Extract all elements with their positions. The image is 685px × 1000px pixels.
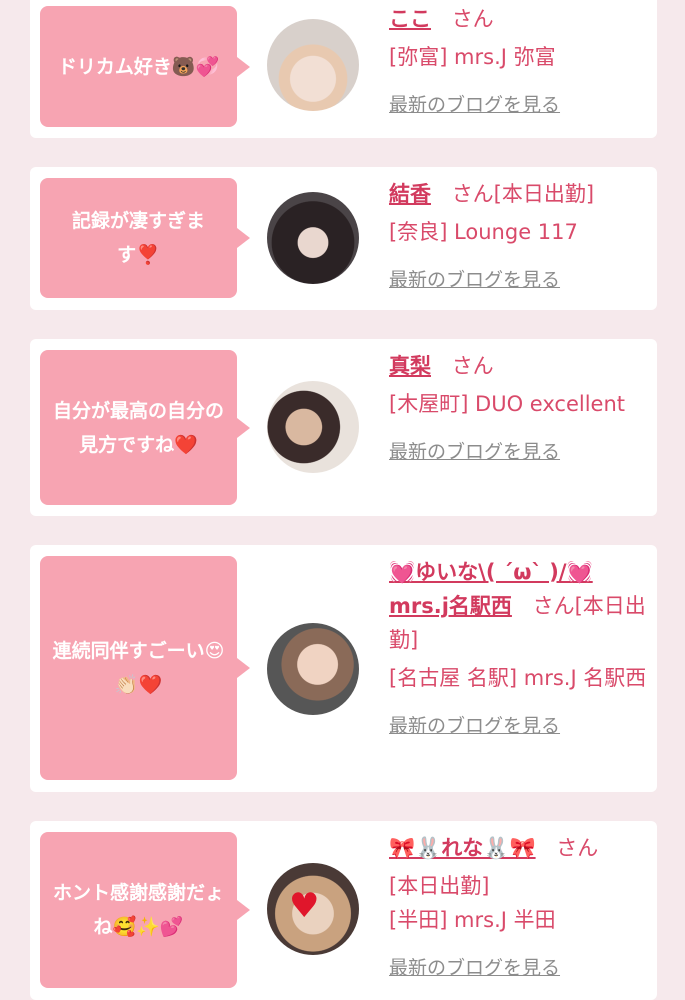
avatar[interactable] (267, 623, 359, 715)
blog-comment-list: ドリカム好き🐻💞 ここ さん [弥富] mrs.J 弥富 最新のブログを見る 記… (0, 0, 685, 1000)
comment-bubble: 記録が凄すぎます❣️ (40, 178, 250, 298)
shop-label: [名古屋 名駅] mrs.J 名駅西 (389, 666, 647, 690)
comment-card: 記録が凄すぎます❣️ 結香 さん[本日出勤] [奈良] Lounge 117 最… (30, 167, 657, 310)
comment-text: ドリカム好き🐻💞 (57, 55, 220, 78)
heart-sticker-icon: ♥ (289, 886, 320, 926)
honorific: さん[本日出勤] (451, 182, 595, 206)
honorific: さん (451, 7, 494, 31)
shop-label: [半田] mrs.J 半田 (389, 908, 556, 932)
blog-link[interactable]: 最新のブログを見る (389, 709, 651, 743)
cast-info: 💓ゆいな\( ´ω` )/💓mrs.j名駅西 さん[本日出勤] [名古屋 名駅]… (389, 555, 651, 743)
avatar[interactable] (267, 381, 359, 473)
cast-info: 真梨 さん [木屋町] DUO excellent 最新のブログを見る (389, 349, 651, 469)
comment-card: ホント感謝感謝だょね🥰✨💕 ♥ 🎀🐰れな🐰🎀 さん [本日出勤] [半田] mr… (30, 821, 657, 1000)
comment-bubble: 自分が最高の自分の見方ですね❤️ (40, 350, 250, 505)
comment-bubble: 連続同伴すごーい😍👏🏻❤️ (40, 556, 250, 780)
shop-label: [奈良] Lounge 117 (389, 220, 578, 244)
comment-text: 連続同伴すごーい😍👏🏻❤️ (52, 640, 225, 696)
avatar[interactable]: ♥ (267, 863, 359, 955)
cast-name-link[interactable]: 結香 (389, 182, 431, 206)
comment-bubble: ドリカム好き🐻💞 (40, 6, 250, 127)
avatar[interactable] (267, 19, 359, 111)
shop-label: [木屋町] DUO excellent (389, 392, 626, 416)
comment-text: 記録が凄すぎます❣️ (71, 210, 205, 266)
cast-info: 🎀🐰れな🐰🎀 さん [本日出勤] [半田] mrs.J 半田 最新のブログを見る (389, 831, 651, 985)
honorific: さん (556, 836, 599, 860)
comment-card: 自分が最高の自分の見方ですね❤️ 真梨 さん [木屋町] DUO excelle… (30, 339, 657, 516)
cast-name-link[interactable]: 🎀🐰れな🐰🎀 (389, 836, 536, 860)
blog-link[interactable]: 最新のブログを見る (389, 951, 651, 985)
status-label: [本日出勤] (389, 874, 490, 898)
comment-text: 自分が最高の自分の見方ですね❤️ (52, 399, 224, 456)
shop-label: [弥富] mrs.J 弥富 (389, 45, 556, 69)
avatar[interactable] (267, 192, 359, 284)
cast-name-link[interactable]: ここ (389, 7, 431, 31)
comment-card: ドリカム好き🐻💞 ここ さん [弥富] mrs.J 弥富 最新のブログを見る (30, 0, 657, 138)
cast-info: 結香 さん[本日出勤] [奈良] Lounge 117 最新のブログを見る (389, 177, 651, 297)
honorific: さん (451, 354, 494, 378)
blog-link[interactable]: 最新のブログを見る (389, 88, 651, 122)
blog-link[interactable]: 最新のブログを見る (389, 435, 651, 469)
comment-bubble: ホント感謝感謝だょね🥰✨💕 (40, 832, 250, 988)
comment-card: 連続同伴すごーい😍👏🏻❤️ 💓ゆいな\( ´ω` )/💓mrs.j名駅西 さん[… (30, 545, 657, 792)
cast-info: ここ さん [弥富] mrs.J 弥富 最新のブログを見る (389, 2, 651, 122)
cast-name-link[interactable]: 真梨 (389, 354, 431, 378)
comment-text: ホント感謝感謝だょね🥰✨💕 (52, 882, 224, 938)
blog-link[interactable]: 最新のブログを見る (389, 263, 651, 297)
